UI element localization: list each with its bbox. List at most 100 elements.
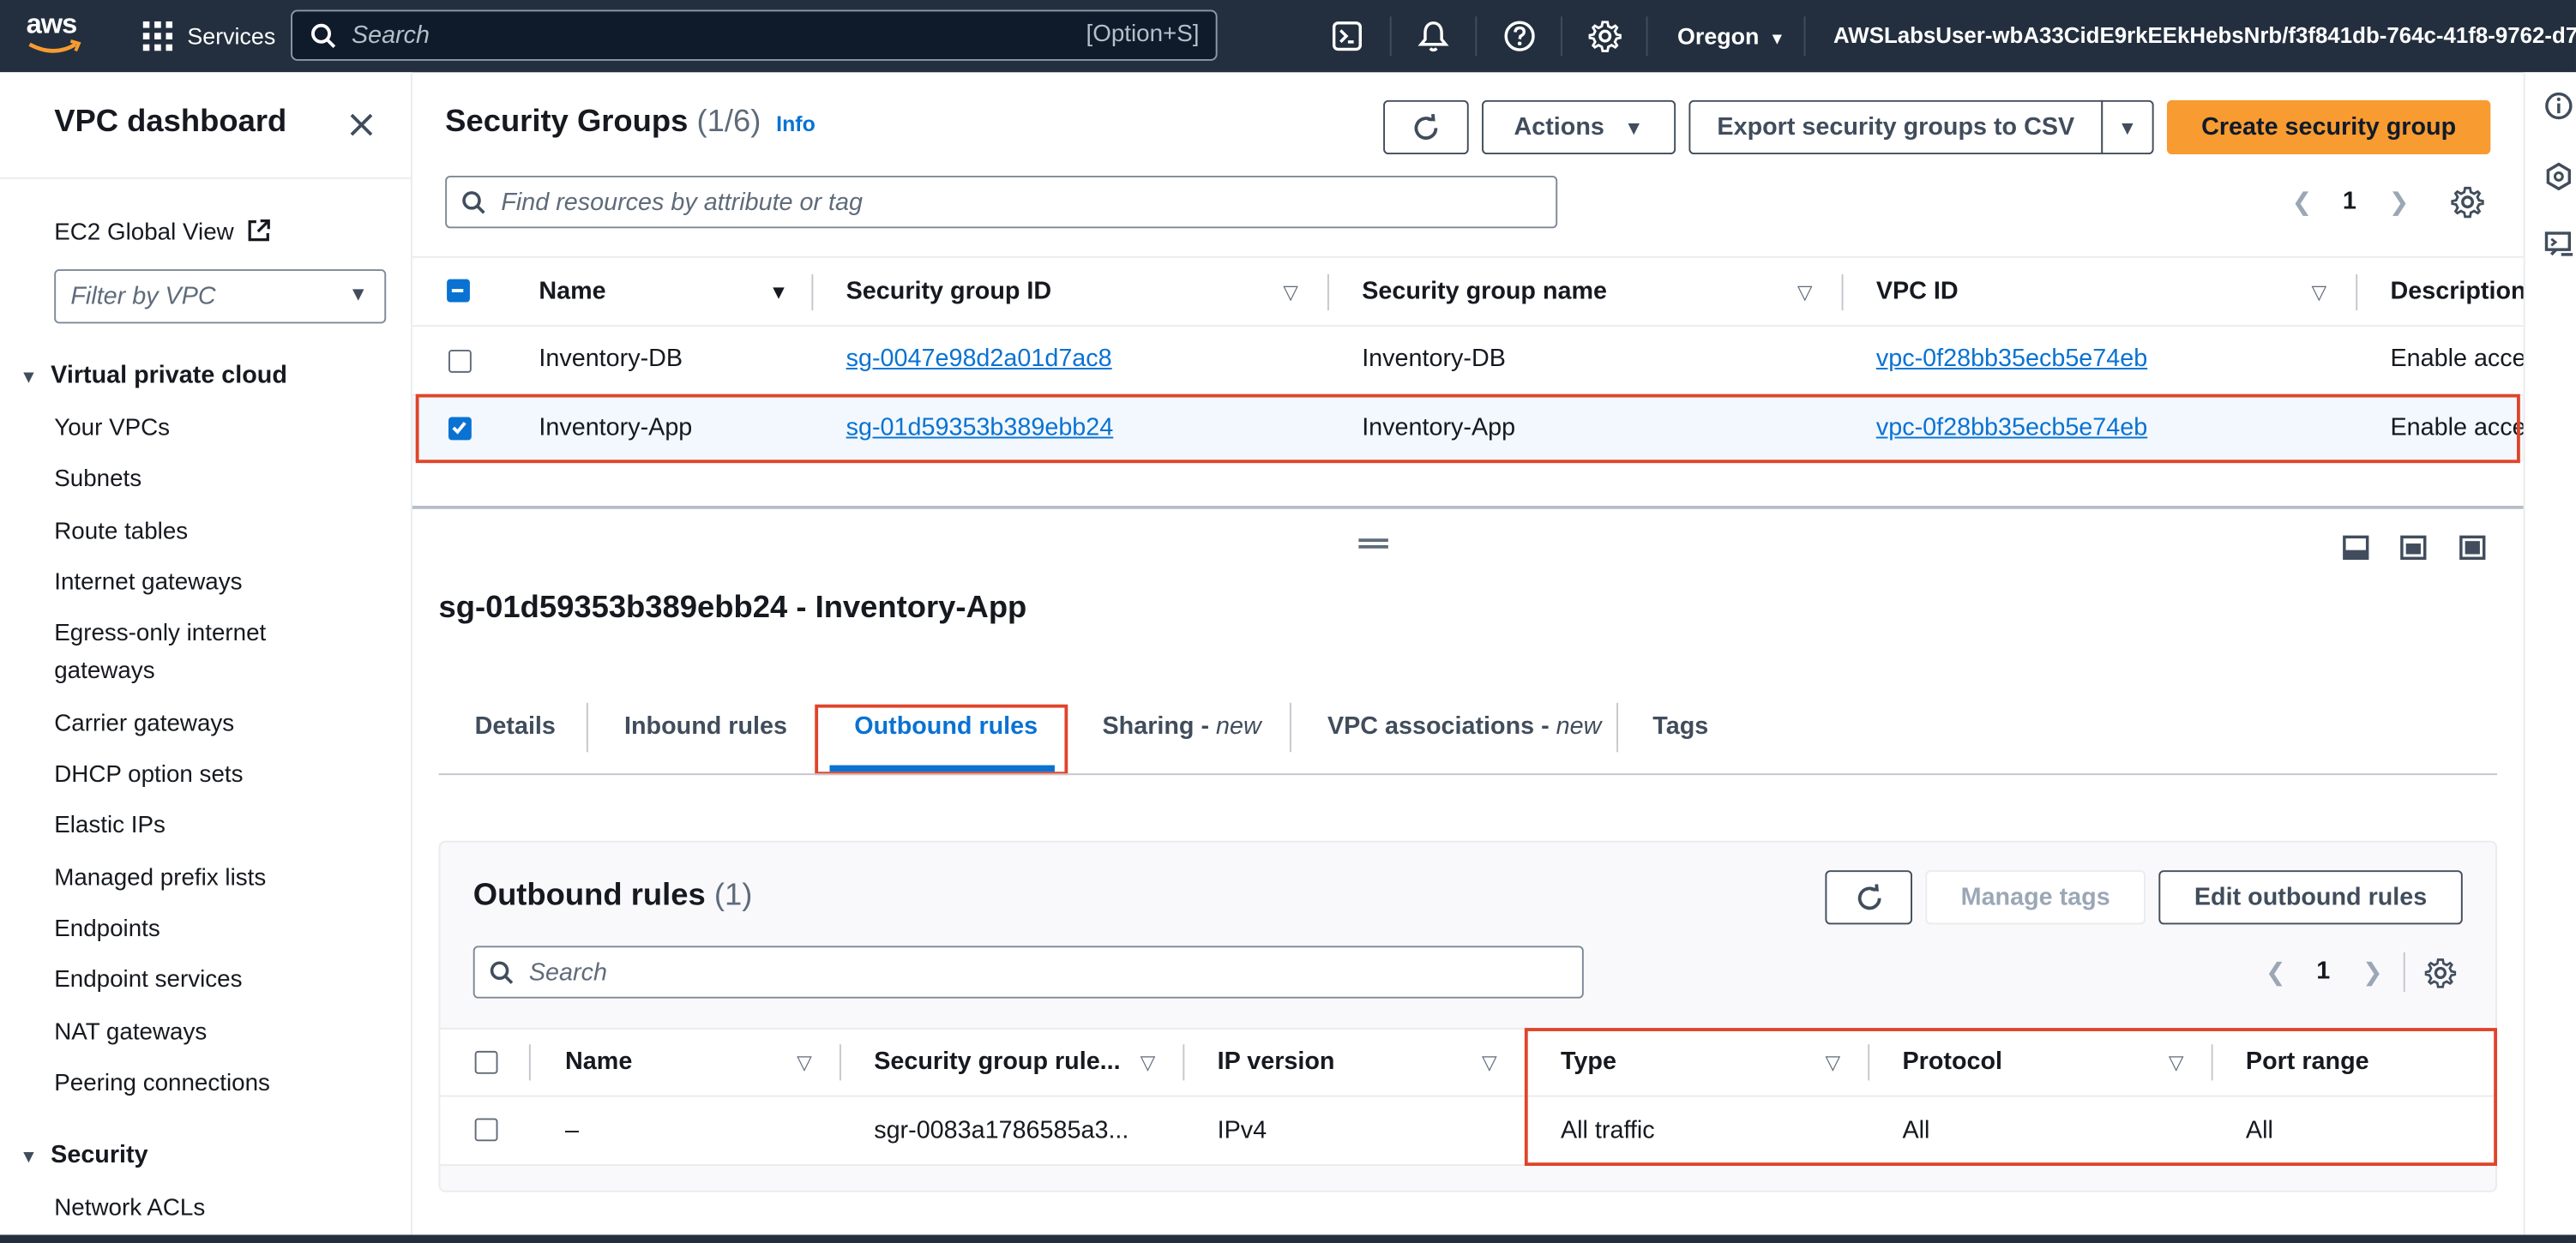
sidebar-item-egress-only-internet-gateways-line2[interactable]: gateways (54, 658, 154, 685)
column-resizer[interactable] (811, 273, 814, 311)
edit-outbound-rules-button[interactable]: Edit outbound rules (2158, 870, 2463, 925)
drag-handle-icon[interactable] (1358, 538, 1388, 543)
create-security-group-button[interactable]: Create security group (2166, 99, 2491, 155)
sidebar-item-nat-gateways[interactable]: NAT gateways (54, 1020, 207, 1047)
sidebar-title[interactable]: VPC dashboard (54, 105, 286, 141)
sort-descending-icon[interactable]: ▼ (769, 281, 789, 304)
column-resizer[interactable] (1183, 1044, 1185, 1081)
chevron-right-icon[interactable]: ❯ (2389, 187, 2410, 217)
filter-by-vpc-select[interactable]: Filter by VPC ▼ (54, 269, 387, 324)
select-all-checkbox[interactable] (474, 1050, 498, 1074)
cell-name: – (565, 1116, 580, 1145)
column-resizer[interactable] (1327, 273, 1329, 311)
preferences-gear-icon[interactable] (2424, 958, 2457, 988)
row-checkbox[interactable] (474, 1118, 498, 1142)
caret-down-icon: ▼ (2117, 116, 2138, 139)
sort-icon[interactable]: ▽ (2312, 281, 2327, 304)
feedback-icon[interactable] (2544, 231, 2574, 260)
sidebar-item-ec2-global-view[interactable]: EC2 Global View (54, 219, 272, 246)
sort-icon[interactable]: ▽ (1482, 1051, 1497, 1074)
panel-side-icon[interactable] (2400, 535, 2427, 560)
settings-gear-icon[interactable] (1588, 20, 1622, 52)
sidebar-item-internet-gateways[interactable]: Internet gateways (54, 570, 242, 597)
tab-details[interactable]: Details (475, 712, 556, 741)
table-row[interactable]: Inventory-DB sg-0047e98d2a01d7ac8 Invent… (412, 327, 2524, 394)
detail-title: sg-01d59353b389ebb24 - Inventory-App (438, 591, 1027, 626)
actions-button[interactable]: Actions ▼ (1482, 99, 1676, 155)
global-search-input[interactable]: Search [Option+S] (291, 9, 1218, 61)
sidebar-item-network-acls[interactable]: Network ACLs (54, 1195, 205, 1222)
column-resizer[interactable] (528, 1044, 531, 1081)
services-menu[interactable]: Services (187, 0, 275, 72)
column-header-description[interactable]: Description (2390, 278, 2525, 306)
cell-security-group-id-link[interactable]: sg-0047e98d2a01d7ac8 (846, 345, 1112, 373)
cell-vpc-id-link[interactable]: vpc-0f28bb35ecb5e74eb (1876, 345, 2147, 373)
outbound-refresh-button[interactable] (1825, 870, 1912, 925)
sidebar-item-carrier-gateways[interactable]: Carrier gateways (54, 711, 234, 737)
refresh-button[interactable] (1383, 99, 1469, 155)
outbound-search-input[interactable]: Search (472, 946, 1584, 999)
page-number[interactable]: 1 (2316, 958, 2330, 986)
sort-icon[interactable]: ▽ (1283, 281, 1298, 304)
nav-divider (1646, 16, 1648, 57)
sidebar-item-route-tables[interactable]: Route tables (54, 519, 188, 545)
tab-inbound-rules[interactable]: Inbound rules (624, 712, 787, 741)
region-selector[interactable]: Oregon ▼ (1677, 0, 1785, 72)
column-header-vpc-id[interactable]: VPC ID (1876, 278, 1959, 306)
sidebar-item-subnets[interactable]: Subnets (54, 466, 141, 493)
cell-security-group-name: Inventory-DB (1362, 345, 1506, 373)
sidebar-item-your-vpcs[interactable]: Your VPCs (54, 416, 170, 442)
export-dropdown-button[interactable]: ▼ (2101, 99, 2154, 155)
services-grid-icon[interactable] (142, 21, 173, 51)
info-icon[interactable] (2545, 92, 2573, 120)
search-icon (490, 961, 514, 984)
tab-vpc-associations[interactable]: VPC associations - new (1327, 712, 1601, 741)
aws-logo-text: aws (26, 8, 78, 39)
chevron-left-icon[interactable]: ❮ (2266, 958, 2286, 988)
column-resizer[interactable] (839, 1044, 841, 1081)
export-csv-button[interactable]: Export security groups to CSV (1688, 99, 2104, 155)
page-number[interactable]: 1 (2343, 187, 2356, 215)
column-header-security-group-id[interactable]: Security group ID (846, 278, 1052, 306)
cloudshell-icon[interactable] (1332, 21, 1363, 51)
sidebar-item-peering-connections[interactable]: Peering connections (54, 1071, 270, 1097)
row-checkbox[interactable] (448, 350, 472, 373)
aws-logo[interactable]: aws (27, 9, 86, 56)
outbound-rules-title: Outbound rules (1) (473, 879, 753, 915)
sort-icon[interactable]: ▽ (1797, 281, 1813, 304)
hexagon-icon[interactable] (2545, 162, 2573, 191)
section-security[interactable]: ▼ Security (20, 1141, 148, 1169)
account-menu[interactable]: AWSLabsUser-wbA33CidE9rkEEkHebsNrb/f3f84… (1833, 0, 2576, 72)
preferences-gear-icon[interactable] (2451, 185, 2484, 219)
sidebar-item-dhcp-option-sets[interactable]: DHCP option sets (54, 762, 243, 789)
column-resizer[interactable] (2356, 273, 2358, 311)
nav-divider (1803, 16, 1806, 57)
notifications-bell-icon[interactable] (1417, 20, 1449, 52)
sidebar-item-egress-only-internet-gateways[interactable]: Egress-only internet (54, 621, 266, 647)
column-header-security-group-rule-id[interactable]: Security group rule... (874, 1048, 1120, 1076)
tab-tags[interactable]: Tags (1652, 712, 1708, 741)
column-resizer[interactable] (1841, 273, 1844, 311)
section-virtual-private-cloud[interactable]: ▼ Virtual private cloud (20, 361, 287, 389)
column-header-name[interactable]: Name (565, 1048, 632, 1076)
chevron-right-icon[interactable]: ❯ (2362, 958, 2383, 988)
column-header-name[interactable]: Name (539, 278, 605, 306)
sidebar-item-managed-prefix-lists[interactable]: Managed prefix lists (54, 865, 266, 892)
tab-sharing[interactable]: Sharing - new (1103, 712, 1261, 741)
manage-tags-button[interactable]: Manage tags (1925, 870, 2146, 925)
security-group-search-input[interactable]: Find resources by attribute or tag (445, 175, 1558, 229)
sidebar-item-endpoint-services[interactable]: Endpoint services (54, 967, 242, 994)
info-link[interactable]: Info (776, 111, 816, 136)
sort-icon[interactable]: ▽ (1141, 1051, 1156, 1074)
sidebar-item-endpoints[interactable]: Endpoints (54, 916, 160, 943)
panel-bottom-icon[interactable] (2343, 535, 2369, 560)
select-all-checkbox[interactable] (447, 279, 470, 303)
column-header-ip-version[interactable]: IP version (1218, 1048, 1335, 1076)
panel-full-icon[interactable] (2459, 535, 2486, 560)
column-header-security-group-name[interactable]: Security group name (1362, 278, 1607, 306)
help-icon[interactable] (1503, 20, 1536, 52)
sort-icon[interactable]: ▽ (797, 1051, 812, 1074)
close-icon[interactable] (348, 111, 375, 138)
sidebar-item-elastic-ips[interactable]: Elastic IPs (54, 813, 166, 839)
chevron-left-icon[interactable]: ❮ (2292, 187, 2313, 217)
